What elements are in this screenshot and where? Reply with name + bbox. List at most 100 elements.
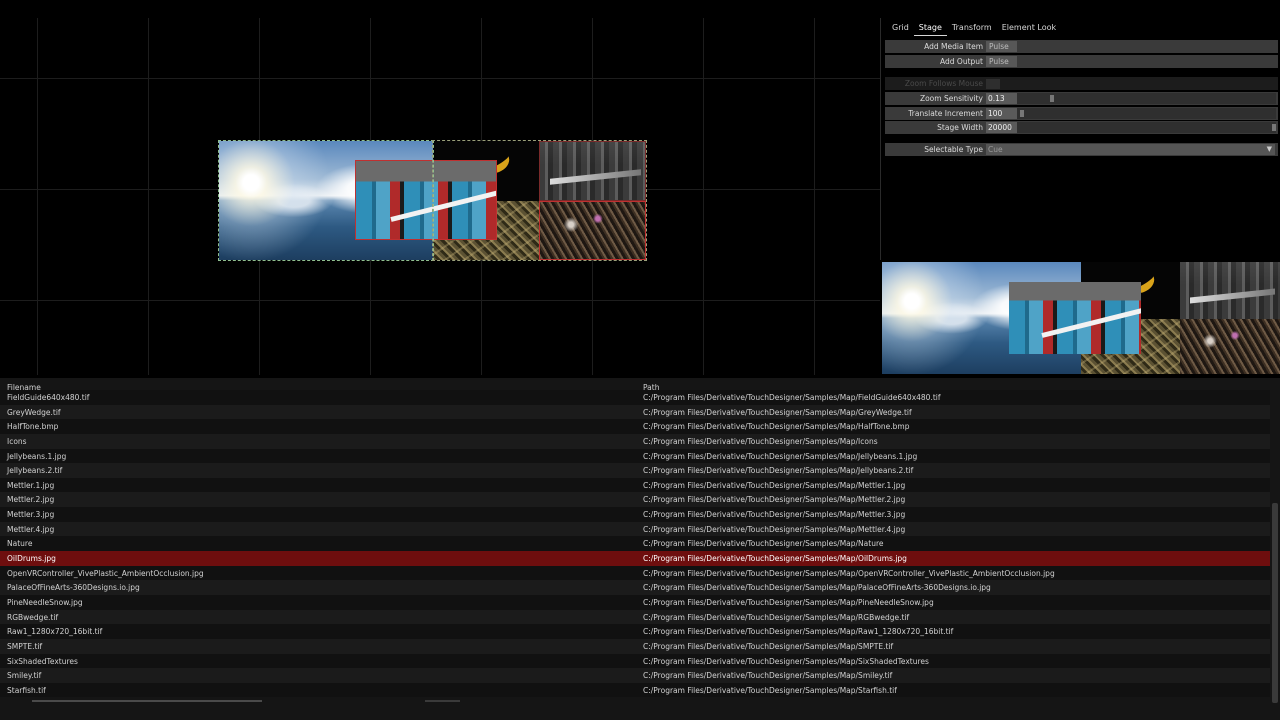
- path-cell: C:/Program Files/Derivative/TouchDesigne…: [643, 641, 894, 651]
- filename-cell: Jellybeans.1.jpg: [7, 451, 67, 461]
- tab-stage[interactable]: Stage: [913, 18, 947, 36]
- zoom-sensitivity-field[interactable]: 0.13: [986, 93, 1017, 104]
- param-add-media-item: Add Media Item Pulse: [885, 40, 1278, 53]
- table-row[interactable]: Icons C:/Program Files/Derivative/TouchDe…: [0, 433, 1270, 449]
- filename-cell: Icons: [7, 436, 27, 446]
- filename-cell: PalaceOfFineArts-360Designs.io.jpg: [7, 583, 140, 593]
- preview-hall: [1180, 262, 1280, 319]
- table-row[interactable]: RGBwedge.tif C:/Program Files/Derivative/…: [0, 609, 1270, 625]
- table-row[interactable]: Mettler.1.jpg C:/Program Files/Derivative…: [0, 477, 1270, 493]
- path-cell: C:/Program Files/Derivative/TouchDesigne…: [643, 407, 912, 417]
- table-row[interactable]: FieldGuide640x480.tif C:/Program Files/De…: [0, 390, 1270, 405]
- media-item-oildrums[interactable]: [356, 161, 496, 239]
- param-selectable-type: Selectable Type Cue ▼: [885, 143, 1278, 156]
- table-row[interactable]: Raw1_1280x720_16bit.tif C:/Program Files/…: [0, 624, 1270, 639]
- selectable-type-value: Cue: [988, 145, 1003, 154]
- path-cell: C:/Program Files/Derivative/TouchDesigne…: [643, 583, 991, 593]
- horizontal-scrollbar[interactable]: [425, 700, 460, 702]
- path-cell: C:/Program Files/Derivative/TouchDesigne…: [643, 495, 906, 505]
- output-preview: [882, 262, 1280, 374]
- translate-increment-field[interactable]: 100: [986, 108, 1017, 119]
- table-row[interactable]: Jellybeans.1.jpg C:/Program Files/Derivat…: [0, 448, 1270, 464]
- path-cell: C:/Program Files/Derivative/TouchDesigne…: [643, 612, 910, 622]
- table-row[interactable]: PalaceOfFineArts-360Designs.io.jpg C:/Pro…: [0, 580, 1270, 595]
- param-add-output: Add Output Pulse: [885, 55, 1278, 68]
- slider-thumb[interactable]: [1050, 95, 1055, 102]
- path-cell: C:/Program Files/Derivative/TouchDesigne…: [643, 524, 906, 534]
- param-zoom-sensitivity: Zoom Sensitivity 0.13: [885, 92, 1278, 105]
- vertical-scrollbar[interactable]: [1270, 378, 1280, 720]
- tab-bar: Grid Stage Transform Element Look: [881, 18, 1280, 36]
- add-output-pulse-button[interactable]: Pulse: [986, 56, 1017, 67]
- media-item-twigs[interactable]: [539, 201, 646, 260]
- path-cell: C:/Program Files/Derivative/TouchDesigne…: [643, 685, 897, 695]
- slider-thumb[interactable]: [1272, 124, 1276, 131]
- filename-cell: OilDrums.jpg: [7, 554, 56, 564]
- path-cell: C:/Program Files/Derivative/TouchDesigne…: [643, 466, 914, 476]
- add-media-item-pulse-button[interactable]: Pulse: [986, 41, 1017, 52]
- table-row[interactable]: Mettler.3.jpg C:/Program Files/Derivative…: [0, 507, 1270, 522]
- selectable-type-dropdown[interactable]: Cue ▼: [986, 144, 1275, 155]
- scrollbar-thumb[interactable]: [1272, 503, 1278, 703]
- param-label: Zoom Sensitivity: [919, 94, 983, 103]
- table-row[interactable]: Starfish.tif C:/Program Files/Derivative/…: [0, 682, 1270, 698]
- param-zoom-follows-mouse: Zoom Follows Mouse: [885, 77, 1278, 90]
- path-cell: C:/Program Files/Derivative/TouchDesigne…: [643, 422, 910, 432]
- table-row[interactable]: OpenVRController_VivePlastic_AmbientOccl…: [0, 565, 1270, 581]
- table-row[interactable]: Mettler.2.jpg C:/Program Files/Derivative…: [0, 492, 1270, 508]
- translate-increment-slider[interactable]: [1017, 108, 1276, 119]
- table-row[interactable]: Mettler.4.jpg C:/Program Files/Derivative…: [0, 521, 1270, 537]
- param-label: Add Media Item: [924, 42, 983, 51]
- filename-cell: RGBwedge.tif: [7, 612, 59, 622]
- path-cell: C:/Program Files/Derivative/TouchDesigne…: [643, 627, 954, 637]
- param-label: Zoom Follows Mouse: [904, 79, 983, 88]
- table-row[interactable]: HalfTone.bmp C:/Program Files/Derivative/…: [0, 419, 1270, 434]
- path-cell: C:/Program Files/Derivative/TouchDesigne…: [643, 554, 907, 564]
- zoom-follows-mouse-toggle[interactable]: [986, 78, 1000, 89]
- table-row[interactable]: Nature C:/Program Files/Derivative/TouchD…: [0, 536, 1270, 552]
- tab-grid[interactable]: Grid: [887, 18, 914, 36]
- stage-viewport[interactable]: [0, 18, 880, 375]
- param-label: Stage Width: [937, 123, 983, 132]
- table-row[interactable]: Smiley.tif C:/Program Files/Derivative/To…: [0, 668, 1270, 683]
- chevron-down-icon: ▼: [1266, 145, 1272, 153]
- filename-cell: Jellybeans.2.tif: [7, 466, 63, 476]
- path-cell: C:/Program Files/Derivative/TouchDesigne…: [643, 436, 878, 446]
- stage-width-slider[interactable]: [1017, 122, 1276, 133]
- filename-cell: Starfish.tif: [7, 685, 46, 695]
- table-row[interactable]: PineNeedleSnow.jpg C:/Program Files/Deriv…: [0, 594, 1270, 610]
- table-row[interactable]: SMPTE.tif C:/Program Files/Derivative/Tou…: [0, 638, 1270, 654]
- filename-cell: Raw1_1280x720_16bit.tif: [7, 627, 103, 637]
- param-label: Add Output: [940, 57, 983, 66]
- filename-cell: HalfTone.bmp: [7, 422, 59, 432]
- properties-panel: Grid Stage Transform Element Look Add Me…: [880, 18, 1280, 260]
- horizontal-scrollbar[interactable]: [32, 700, 262, 702]
- path-cell: C:/Program Files/Derivative/TouchDesigne…: [643, 539, 884, 549]
- tab-element-look[interactable]: Element Look: [997, 18, 1061, 36]
- stage-width-field[interactable]: 20000: [986, 122, 1017, 133]
- filename-cell: Mettler.3.jpg: [7, 510, 55, 520]
- preview-twigs: [1180, 319, 1280, 374]
- path-cell: C:/Program Files/Derivative/TouchDesigne…: [643, 671, 893, 681]
- slider-thumb[interactable]: [1019, 110, 1024, 117]
- zoom-sensitivity-slider[interactable]: [1017, 93, 1276, 104]
- path-cell: C:/Program Files/Derivative/TouchDesigne…: [643, 597, 934, 607]
- path-cell: C:/Program Files/Derivative/TouchDesigne…: [643, 480, 906, 490]
- param-translate-increment: Translate Increment 100: [885, 107, 1278, 120]
- path-cell: C:/Program Files/Derivative/TouchDesigne…: [643, 451, 918, 461]
- filename-cell: Nature: [7, 539, 33, 549]
- media-item-hall[interactable]: [539, 141, 646, 201]
- filename-cell: OpenVRController_VivePlastic_AmbientOccl…: [7, 568, 204, 578]
- table-row[interactable]: OilDrums.jpg C:/Program Files/Derivative/…: [0, 551, 1270, 566]
- tab-transform[interactable]: Transform: [947, 18, 997, 36]
- filename-cell: SMPTE.tif: [7, 641, 43, 651]
- filename-cell: FieldGuide640x480.tif: [7, 393, 90, 402]
- path-cell: C:/Program Files/Derivative/TouchDesigne…: [643, 656, 929, 666]
- filename-cell: Smiley.tif: [7, 671, 42, 681]
- filename-cell: PineNeedleSnow.jpg: [7, 597, 83, 607]
- table-row[interactable]: GreyWedge.tif C:/Program Files/Derivative…: [0, 404, 1270, 420]
- table-row[interactable]: Jellybeans.2.tif C:/Program Files/Derivat…: [0, 463, 1270, 478]
- file-list-rows: FieldGuide640x480.tif C:/Program Files/De…: [0, 390, 1270, 698]
- table-row[interactable]: SixShadedTextures C:/Program Files/Deriva…: [0, 653, 1270, 669]
- file-list: Filename Path FieldGuide640x480.tif C:/Pr…: [0, 378, 1280, 720]
